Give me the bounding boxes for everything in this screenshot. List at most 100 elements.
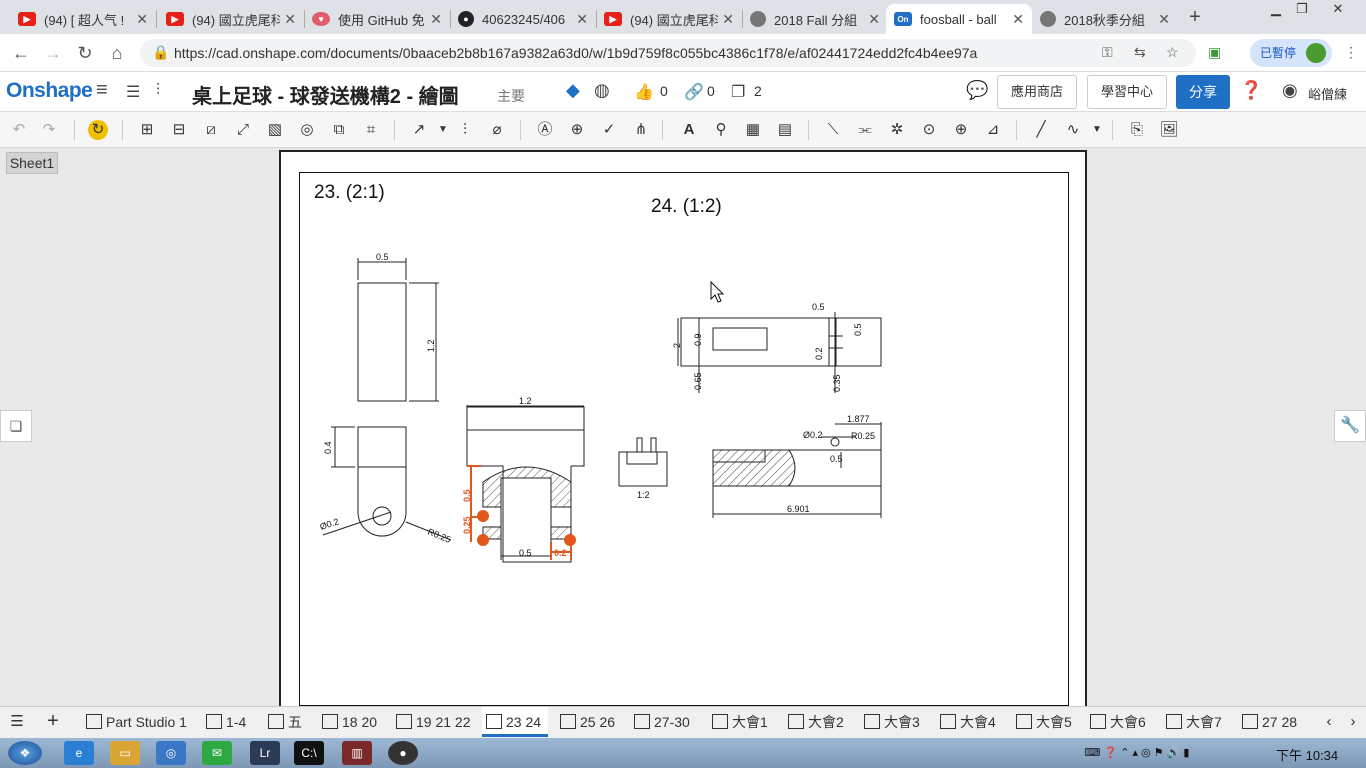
projected-view-icon[interactable]: ⧄ (200, 120, 222, 140)
lightroom-icon[interactable]: Lr (250, 741, 280, 765)
learning-center-button[interactable]: 學習中心 (1087, 75, 1167, 109)
tab-drawing[interactable]: 27-30 (630, 707, 700, 737)
properties-wrench-icon[interactable]: 🔧 (1334, 410, 1366, 442)
tab-drawing[interactable]: 19 21 22 (392, 707, 476, 737)
tab-drawing-active[interactable]: 23 24 (482, 707, 548, 737)
dimension[interactable]: 1.877 (847, 414, 870, 424)
folder-icon[interactable]: ▭ (110, 741, 140, 765)
dxf-icon[interactable]: ⎘ (1126, 120, 1148, 140)
browser-tab[interactable]: ♥ 使用 GitHub 免 ✕ (304, 4, 450, 34)
line-app-icon[interactable]: ✉ (202, 741, 232, 765)
start-button-icon[interactable]: ❖ (8, 741, 42, 765)
dimension[interactable]: 0.5 (462, 489, 472, 502)
close-icon[interactable]: ✕ (868, 11, 880, 28)
share-button[interactable]: 分享 (1176, 75, 1230, 109)
scroll-right-icon[interactable]: › (1342, 712, 1364, 732)
tab-drawing[interactable]: 18 20 (318, 707, 384, 737)
update-icon[interactable]: ↻ (88, 120, 108, 140)
dimension[interactable]: 6.901 (787, 504, 810, 514)
tab-drawing[interactable]: 1-4 (202, 707, 258, 737)
close-icon[interactable]: ✕ (1012, 11, 1024, 28)
globe-icon[interactable]: ◍ (594, 80, 610, 101)
comment-icon[interactable]: 💬 (966, 80, 988, 101)
learning-icon[interactable]: ◆ (566, 80, 580, 101)
detail-view-icon[interactable]: ◎ (296, 120, 318, 140)
broken-view-icon[interactable]: ⧉ (328, 120, 350, 140)
tab-drawing[interactable]: 25 26 (556, 707, 622, 737)
centerpoint-icon[interactable]: ⊕ (950, 120, 972, 140)
user-avatar-icon[interactable]: ◉ (1282, 80, 1298, 101)
variables-icon[interactable]: ⫶ (156, 82, 160, 100)
dimension[interactable]: 0.5 (812, 302, 825, 312)
centermark-icon[interactable]: ⫘ (854, 120, 876, 140)
dimension-icon[interactable]: ↗ (408, 120, 430, 140)
tab-assembly[interactable]: 大會5 (1012, 707, 1078, 737)
bolt-circle-icon[interactable]: ✲ (886, 120, 908, 140)
ie-icon[interactable]: e (64, 741, 94, 765)
hamburger-menu-icon[interactable]: ≡ (96, 79, 108, 102)
reload-icon[interactable]: ↻ (74, 42, 96, 64)
cmd-icon[interactable]: C:\ (294, 741, 324, 765)
window-close-icon[interactable]: ✕ (1320, 0, 1356, 20)
dimension[interactable]: Ø0.2 (319, 516, 341, 532)
menu-dots-icon[interactable]: ⋮ (1344, 44, 1358, 61)
ordinate-icon[interactable]: ⫶ (454, 120, 476, 140)
dimension[interactable]: 0.5 (519, 548, 532, 558)
tab-drawing[interactable]: 五 (264, 707, 312, 737)
hole-dimension-icon[interactable]: ⌀ (486, 120, 508, 140)
tab-manager-icon[interactable]: ☰ (6, 712, 28, 732)
dropdown-caret-icon[interactable]: ▼ (1086, 120, 1108, 140)
insert-view-icon[interactable]: ⊞ (136, 120, 158, 140)
table-icon[interactable]: ▦ (742, 120, 764, 140)
dimension[interactable]: 0.5 (376, 252, 389, 262)
auxiliary-view-icon[interactable]: ⤢ (232, 120, 254, 140)
datum-icon[interactable]: ⊕ (566, 120, 588, 140)
omnibox[interactable]: 🔒 https://cad.onshape.com/documents/0baa… (140, 39, 1196, 67)
tab-assembly[interactable]: 大會6 (1086, 707, 1152, 737)
tray-icons[interactable]: ⌨ ❓ ⌃ ▴ ◎ ⚑ 🔊 ▮ (1082, 741, 1192, 765)
dimension[interactable]: 0.35 (832, 374, 842, 392)
app-store-button[interactable]: 應用商店 (997, 75, 1077, 109)
add-tab-icon[interactable]: + (42, 711, 64, 731)
restore-icon[interactable]: ❐ (1284, 0, 1320, 20)
chrome-icon[interactable]: ◎ (156, 741, 186, 765)
close-icon[interactable]: ✕ (284, 11, 296, 28)
spline-icon[interactable]: ∿ (1062, 120, 1084, 140)
section-view-icon[interactable]: ⊟ (168, 120, 190, 140)
app-icon[interactable]: ▥ (342, 741, 372, 765)
dimension[interactable]: 1.2 (519, 396, 532, 406)
back-icon[interactable]: ← (10, 42, 32, 64)
tab-assembly[interactable]: 大會4 (936, 707, 1002, 737)
browser-tab[interactable]: 2018秋季分組 ✕ (1032, 4, 1178, 34)
dimension[interactable]: R0.25 (851, 431, 875, 441)
note-icon[interactable]: Ⓐ (534, 120, 556, 140)
help-icon[interactable]: ❓ (1240, 80, 1262, 101)
dimension[interactable]: 0.5 (853, 323, 863, 336)
scroll-left-icon[interactable]: ‹ (1318, 712, 1340, 732)
translate-icon[interactable]: ⇆ (1134, 44, 1146, 61)
line-icon[interactable]: ╱ (1030, 120, 1052, 140)
image-icon[interactable]: 🖼 (1158, 120, 1180, 140)
point-centermark-icon[interactable]: ⊙ (918, 120, 940, 140)
copies-icon[interactable]: ❐ (731, 82, 745, 102)
browser-tab[interactable]: ▶ (94) 國立虎尾科 ✕ (596, 4, 742, 34)
dimension[interactable]: 0.2 (554, 548, 567, 558)
centerline-icon[interactable]: ⟍ (822, 120, 844, 140)
hatch-icon[interactable]: ▧ (264, 120, 286, 140)
feature-list-icon[interactable]: ☰ (126, 82, 140, 102)
home-icon[interactable]: ⌂ (106, 42, 128, 64)
views-panel-icon[interactable]: ❏ (0, 410, 32, 442)
tab-assembly[interactable]: 大會7 (1162, 707, 1228, 737)
close-icon[interactable]: ✕ (722, 11, 734, 28)
dimension[interactable]: 0.2 (814, 347, 824, 360)
angle-line-icon[interactable]: ⊿ (982, 120, 1004, 140)
like-icon[interactable]: 👍 (634, 82, 654, 102)
selection-handle[interactable] (564, 534, 576, 546)
document-title[interactable]: 桌上足球 - 球發送機構2 - 繪圖 (192, 80, 459, 109)
sheet-tab[interactable]: Sheet1 (6, 152, 58, 174)
close-icon[interactable]: ✕ (576, 11, 588, 28)
redo-icon[interactable]: ↷ (38, 120, 60, 140)
callout-icon[interactable]: ⚲ (710, 120, 732, 140)
close-icon[interactable]: ✕ (1158, 11, 1170, 28)
dimension[interactable]: R0.25 (426, 527, 452, 545)
